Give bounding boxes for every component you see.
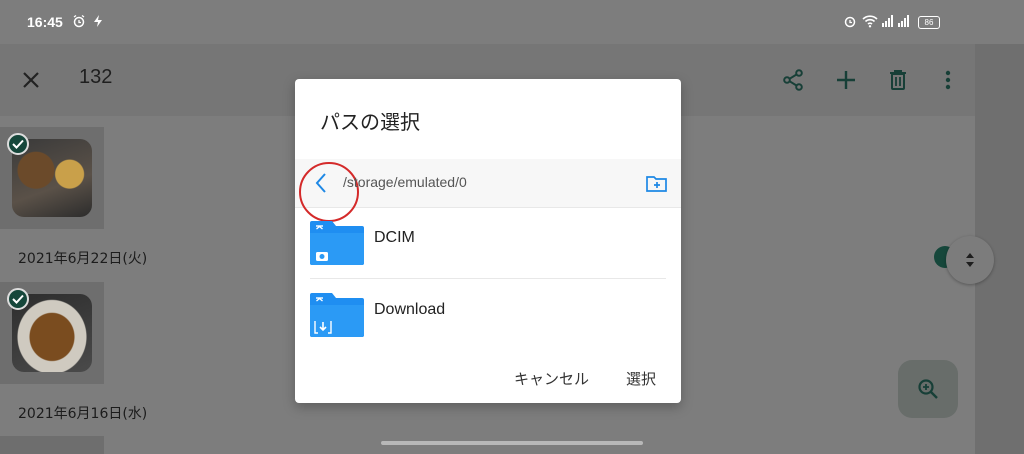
share-icon[interactable] [779, 66, 807, 94]
folder-row-download[interactable]: Download [295, 279, 681, 351]
folder-row-dcim[interactable]: DCIM [295, 207, 681, 279]
select-button[interactable]: 選択 [626, 368, 656, 389]
new-folder-icon [646, 176, 667, 192]
wifi-icon [862, 13, 878, 32]
selected-check-icon[interactable] [7, 133, 29, 155]
alarm-icon [72, 13, 86, 32]
zoom-button[interactable] [898, 360, 958, 418]
alarm-icon [843, 13, 857, 32]
fast-scroll-handle[interactable] [946, 236, 994, 284]
path-bar: /storage/emulated/0 [295, 159, 681, 222]
battery-icon: 86 [918, 16, 940, 29]
signal-icon [882, 13, 896, 32]
photo-thumbnail[interactable] [0, 436, 104, 454]
folder-name: DCIM [374, 229, 415, 246]
back-button[interactable] [299, 162, 359, 222]
new-folder-button[interactable] [645, 171, 669, 195]
close-icon[interactable] [17, 66, 45, 94]
flash-icon [92, 13, 104, 32]
more-icon[interactable] [934, 66, 962, 94]
zoom-in-icon [918, 379, 938, 399]
add-icon[interactable] [832, 66, 860, 94]
status-time: 16:45 [27, 14, 63, 30]
selected-check-icon[interactable] [7, 288, 29, 310]
download-folder-icon [310, 293, 364, 341]
cancel-button[interactable]: キャンセル [514, 368, 589, 389]
camera-folder-icon [310, 221, 364, 269]
date-header: 2021年6月16日(水) [18, 406, 148, 422]
signal-icon [898, 13, 912, 32]
dialog-title: パスの選択 [320, 110, 420, 134]
status-bar: 16:45 86 [0, 0, 1024, 44]
date-header: 2021年6月22日(火) [18, 251, 148, 267]
folder-name: Download [374, 301, 446, 318]
gesture-nav-bar[interactable] [381, 441, 643, 445]
selected-count: 132 [79, 66, 113, 88]
current-path: /storage/emulated/0 [343, 174, 467, 190]
delete-icon[interactable] [884, 66, 912, 94]
path-select-dialog: パスの選択 /storage/emulated/0 DCIM Download … [295, 79, 681, 403]
